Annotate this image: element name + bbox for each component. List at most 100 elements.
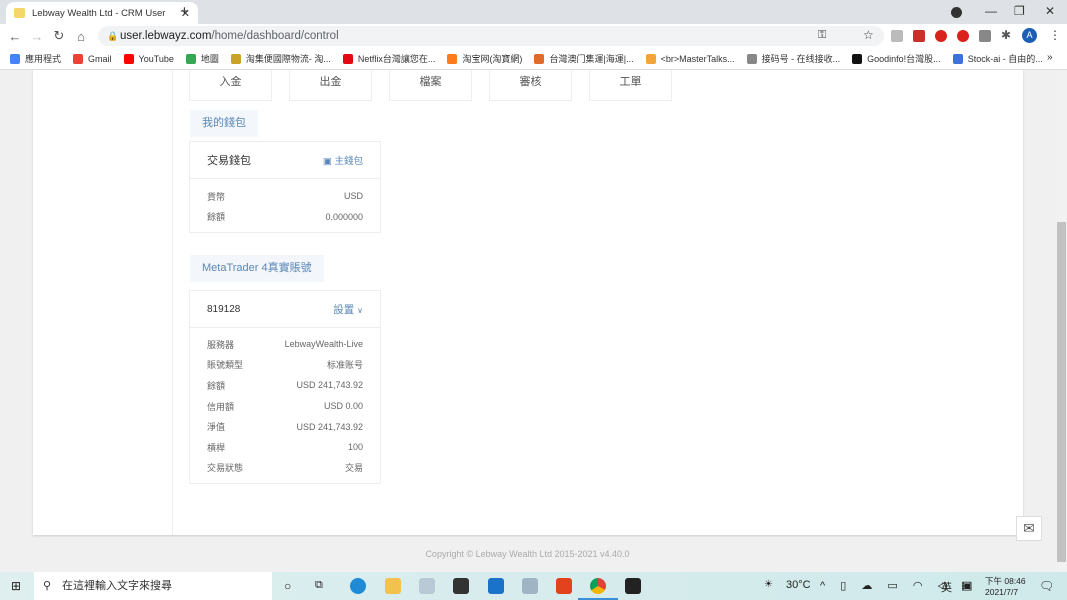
clock-date[interactable]: 2021/7/7: [985, 587, 1018, 597]
bookmark-item[interactable]: 接码号 - 在线接收...: [746, 52, 840, 65]
menu-icon[interactable]: ⋮: [1049, 28, 1061, 42]
bookmark-item[interactable]: 台灣澳门集運|海運|...: [534, 52, 634, 65]
row-value: LebwayWealth-Live: [284, 339, 363, 350]
bookmark-label: 台灣澳门集運|海運|...: [549, 54, 634, 64]
extension-icon[interactable]: [891, 30, 903, 42]
system-tray-icons[interactable]: ^ ▯ ☁ ▭ ◠ ◁ ▤: [820, 579, 977, 592]
home-icon[interactable]: ⌂: [70, 29, 92, 44]
office-icon[interactable]: [556, 578, 572, 594]
chrome-icon[interactable]: [590, 578, 606, 594]
new-tab-button[interactable]: +: [180, 3, 189, 20]
row-label: 交易狀態: [207, 463, 244, 474]
mail-icon[interactable]: ✉: [1016, 516, 1042, 541]
forward-icon[interactable]: →: [26, 29, 48, 44]
main-panel: [33, 70, 1023, 535]
info-row: 交易狀態 交易: [190, 458, 380, 479]
bookmark-favicon-icon: [342, 53, 353, 64]
close-window-button[interactable]: ✕: [1045, 4, 1055, 18]
row-value: USD: [343, 191, 363, 202]
weather-temp[interactable]: 30°C: [786, 579, 811, 591]
wallet-section-tab[interactable]: 我的錢包: [190, 110, 258, 137]
paint-icon[interactable]: [419, 578, 435, 594]
bookmark-favicon-icon: [952, 53, 963, 64]
bookmark-item[interactable]: Stock-ai - 自由的...: [952, 52, 1043, 65]
quick-action-button[interactable]: 檔案: [389, 70, 472, 101]
extension-icon[interactable]: [935, 30, 947, 42]
row-value: 0.000000: [325, 211, 363, 222]
maximize-button[interactable]: ❐: [1014, 4, 1025, 18]
url-path: /home/dashboard/control: [211, 30, 339, 42]
taskbar-search-input[interactable]: ⚲ 在這裡輸入文字來搜尋: [34, 572, 272, 600]
row-value: USD 241,743.92: [296, 421, 363, 432]
edge-icon[interactable]: [350, 578, 366, 594]
file-explorer-icon[interactable]: [385, 578, 401, 594]
back-icon[interactable]: ←: [4, 29, 26, 44]
mt4-section-tab[interactable]: MetaTrader 4真實賬號: [190, 255, 324, 282]
ime-mode-icon[interactable]: ▣: [962, 579, 972, 592]
minimize-button[interactable]: —: [985, 4, 997, 18]
bookmark-favicon-icon: [123, 53, 134, 64]
chevron-down-icon: ∨: [357, 305, 363, 315]
bookmark-label: 淘集便國際物流- 淘...: [245, 54, 331, 64]
url-input[interactable]: 🔒 user.lebwayz.com/home/dashboard/control: [98, 26, 884, 46]
row-label: 餘額: [207, 212, 226, 223]
wallet-card: 交易錢包 ▣ 主錢包 貨幣 USD 餘額 0.000000: [189, 141, 381, 233]
favicon-icon: [14, 8, 25, 18]
quick-action-button[interactable]: 出金: [289, 70, 372, 101]
quick-action-button[interactable]: 入金: [189, 70, 272, 101]
avatar[interactable]: A: [1022, 28, 1037, 43]
pdf-extension-icon[interactable]: [913, 30, 925, 42]
bookmark-item[interactable]: 地圖: [185, 52, 219, 65]
notification-icon[interactable]: 🗨: [1039, 579, 1054, 593]
ime-indicator[interactable]: 英: [941, 579, 952, 595]
scrollbar-thumb[interactable]: [1057, 222, 1066, 562]
profile-menu-icon[interactable]: [951, 7, 962, 18]
main-wallet-link[interactable]: ▣ 主錢包: [323, 153, 363, 167]
settings-dropdown[interactable]: 設置 ∨: [333, 302, 363, 317]
row-value: USD 0.00: [323, 401, 363, 412]
bookmark-item[interactable]: <br>MasterTalks...: [645, 53, 735, 64]
extension-icon[interactable]: [957, 30, 969, 42]
more-bookmarks-button[interactable]: »: [1047, 52, 1053, 63]
bookmark-item[interactable]: YouTube: [123, 53, 174, 64]
bookmark-label: <br>MasterTalks...: [660, 53, 735, 64]
app-icon[interactable]: [522, 578, 538, 594]
search-placeholder: 在這裡輸入文字來搜尋: [62, 580, 172, 592]
windows-start-icon[interactable]: ⊞: [11, 579, 21, 593]
info-row: 賬號類型 标准账号: [190, 355, 380, 376]
row-label: 槓桿: [207, 442, 226, 453]
star-icon[interactable]: ☆: [863, 28, 874, 42]
task-view-icon[interactable]: ⧉: [315, 579, 323, 592]
bookmark-label: Goodinfo!台灣股...: [867, 54, 941, 64]
extension-icon[interactable]: [979, 30, 991, 42]
cortana-icon[interactable]: ○: [284, 579, 291, 593]
clock-time[interactable]: 下午 08:46: [985, 575, 1026, 587]
row-label: 信用額: [207, 401, 235, 412]
info-row: 淨值 USD 241,743.92: [190, 416, 380, 437]
quick-action-button[interactable]: 工單: [589, 70, 672, 101]
terminal-icon[interactable]: [625, 578, 641, 594]
account-number: 819128: [207, 303, 241, 315]
main-wallet-label: 主錢包: [334, 156, 363, 167]
puzzle-icon[interactable]: ✱: [1001, 28, 1011, 42]
info-row: 餘額 0.000000: [190, 207, 380, 228]
quick-action-button[interactable]: 審核: [489, 70, 572, 101]
store-icon[interactable]: [453, 578, 469, 594]
bookmark-item[interactable]: 淘宝网(淘寶網): [447, 52, 522, 65]
bookmark-item[interactable]: Goodinfo!台灣股...: [852, 52, 941, 65]
key-icon[interactable]: ⚿: [818, 29, 826, 42]
mt4-account-card: 819128 設置 ∨ 服務器 LebwayWealth-Live 賬號類型 标准账号餘…: [189, 290, 381, 484]
bookmark-item[interactable]: Gmail: [73, 53, 112, 64]
info-row: 餘額 USD 241,743.92: [190, 375, 380, 396]
browser-tab[interactable]: Lebway Wealth Ltd - CRM User ✕: [6, 2, 198, 24]
reload-icon[interactable]: ↻: [48, 28, 70, 44]
bookmark-item[interactable]: Netflix台灣讓您在...: [342, 52, 435, 65]
copyright: Copyright © Lebway Wealth Ltd 2015-2021 …: [425, 549, 630, 559]
bookmark-favicon-icon: [73, 53, 84, 64]
bookmark-favicon-icon: [852, 53, 863, 64]
mail-app-icon[interactable]: [488, 578, 504, 594]
bookmark-item[interactable]: 淘集便國際物流- 淘...: [230, 52, 331, 65]
row-label: 服務器: [207, 339, 235, 350]
bookmark-item[interactable]: 應用程式: [10, 52, 61, 65]
taskbar: ⊞ ⚲ 在這裡輸入文字來搜尋 ○ ⧉ ☀ 30°C ^ ▯ ☁ ▭ ◠ ◁ ▤ 英…: [0, 572, 1067, 600]
